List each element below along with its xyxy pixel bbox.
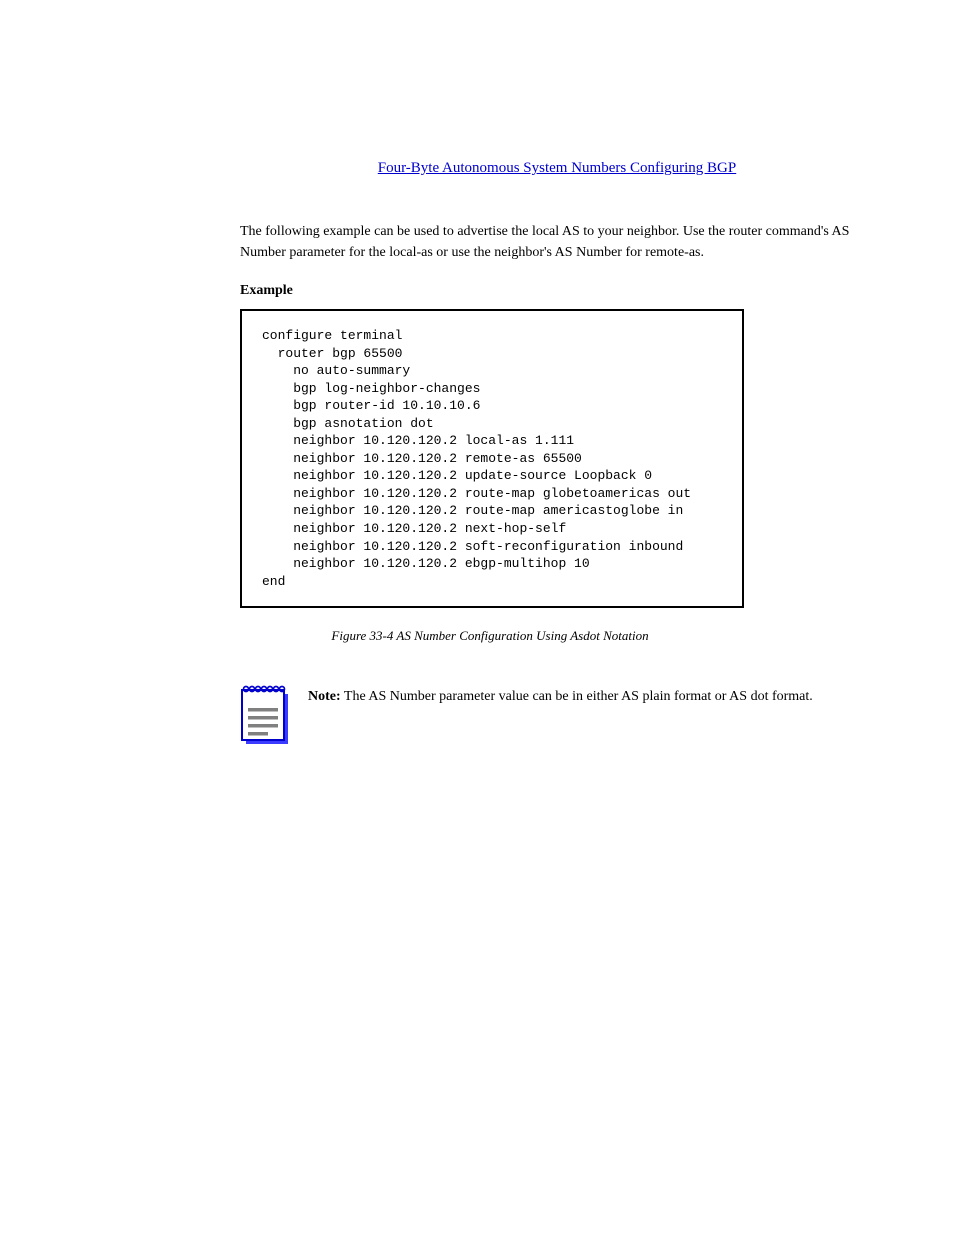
code-line: neighbor 10.120.120.2 remote-as 65500 [262, 450, 722, 468]
code-line: neighbor 10.120.120.2 next-hop-self [262, 520, 722, 538]
code-line: bgp router-id 10.10.10.6 [262, 397, 722, 415]
code-line: neighbor 10.120.120.2 route-map globetoa… [262, 485, 722, 503]
code-line: neighbor 10.120.120.2 local-as 1.111 [262, 432, 722, 450]
code-line: neighbor 10.120.120.2 update-source Loop… [262, 467, 722, 485]
paragraph: The following example can be used to adv… [240, 221, 874, 263]
code-line: bgp asnotation dot [262, 415, 722, 433]
figure-caption: Figure 33-4 AS Number Configuration Usin… [240, 628, 740, 644]
code-line: no auto-summary [262, 362, 722, 380]
example-heading: Example [240, 283, 874, 299]
code-line: neighbor 10.120.120.2 route-map americas… [262, 502, 722, 520]
note-block: Note: The AS Number parameter value can … [240, 684, 874, 746]
code-line: neighbor 10.120.120.2 soft-reconfigurati… [262, 538, 722, 556]
code-line: configure terminal [262, 327, 722, 345]
code-line: router bgp 65500 [262, 345, 722, 363]
notepad-icon [240, 684, 290, 746]
code-example-box: configure terminal router bgp 65500 no a… [240, 309, 744, 608]
header-link[interactable]: Four-Byte Autonomous System Numbers Conf… [240, 0, 874, 181]
note-body: The AS Number parameter value can be in … [341, 689, 813, 704]
code-line: bgp log-neighbor-changes [262, 380, 722, 398]
code-line: end [262, 573, 722, 591]
code-line: neighbor 10.120.120.2 ebgp-multihop 10 [262, 555, 722, 573]
note-label: Note: [308, 689, 341, 704]
note-text: Note: The AS Number parameter value can … [308, 684, 874, 707]
